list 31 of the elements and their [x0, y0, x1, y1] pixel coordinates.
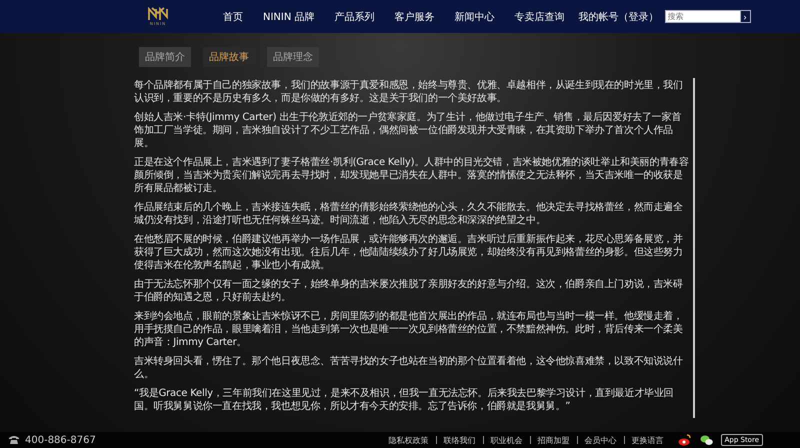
- phone-icon: [8, 435, 20, 445]
- nav-link[interactable]: 产品系列: [334, 10, 375, 24]
- footer-link[interactable]: 招商加盟: [538, 434, 570, 446]
- footer-link[interactable]: 联络我们: [444, 434, 476, 446]
- story-paragraph: 在他愁眉不展的时候，伯爵建议他再举办一场作品展，或许能够再次的邂逅。吉米听过后重新振作起来，花尽心思筹备展览，并获得了巨大成功，然而这次她没有出现。往后几年，他陆陆续续办了好几场展览，却始终没有再见到格蕾丝的身影。但这些努力使得吉米在伦敦声名鹊起，事业也小有成就。: [134, 233, 684, 272]
- tab[interactable]: 品牌理念: [267, 47, 319, 67]
- story-paragraph: 创始人吉米·卡特(Jimmy Carter) 出生于伦敦近郊的一户贫寒家庭。为了生计，他做过电子生产、销售，最后因爱好去了一家首饰加工厂当学徒。期间，吉米独自设计了不少工艺作品，偶然间被一位伯爵发现并大受青睐，在其资助下举办了首次个人作品展。: [134, 111, 682, 150]
- nav-link[interactable]: 首页: [223, 10, 243, 24]
- account-link[interactable]: 我的帐号（登录）: [578, 10, 659, 24]
- tab[interactable]: 品牌简介: [139, 47, 191, 67]
- logo-icon: [147, 7, 169, 21]
- phone-number: 400-886-8767: [25, 434, 96, 446]
- chat-bubbles-icon[interactable]: [700, 434, 713, 446]
- story-paragraph: 吉米转身回头看，愣住了。那个他日夜思念、苦苦寻找的女子也站在当初的那个位置看着他，这令他惊喜难禁，以致不知说说什么。: [134, 355, 684, 381]
- scrollbar[interactable]: [693, 78, 695, 418]
- story-paragraph: 来到约会地点，眼前的景象让吉米惊讶不已，房间里陈列的都是他首次展出的作品，就连布局也与当时一模一样。他缓慢走着，用手抚摸自己的作品，眼里噙着泪，当他走到第一次也是唯一一次见到格蕾丝的位置，不禁黯然神伤。此时，背后传来一个柔美的声音：Jimmy Carter。: [134, 310, 684, 349]
- nav-link[interactable]: 专卖店查询: [514, 10, 565, 24]
- story-paragraph: “我是Grace Kelly，三年前我们在这里见过，是来不及相识，但我一直无法忘怀。后来我去巴黎学习设计，直到最近才毕业回国。听我舅舅说你一直在找我，我也想见你，所以才有今天的安排。忘了告诉你，伯爵就是我舅舅。”: [134, 387, 674, 413]
- nav-link[interactable]: 客户服务: [394, 10, 435, 24]
- story-paragraph: 作品展结束后的几个晚上，吉米接连失眠，格蕾丝的倩影始终萦绕他的心头，久久不能散去。他决定去寻找格蕾丝，然而走遍全城仍没有找到，沿途打听也无任何蛛丝马迹。时间流逝，他陷入无尽的思念和深深的绝望之中。: [134, 201, 684, 227]
- footer-link[interactable]: 隐私权政策: [388, 434, 429, 446]
- nav-link[interactable]: 新闻中心: [454, 10, 495, 24]
- story-paragraph: 正是在这个作品展上，吉米遇到了妻子格蕾丝·凯利(Grace Kelly)。人群中的目光交错，吉米被她优雅的谈吐举止和美丽的青春容颜所倾倒，当吉米为贵宾们解说完再去寻找时，却发现她早已消失在人群中。落寞的情愫使之无法释怀，当天吉米唯一的收获是所有展品都被订走。: [134, 156, 690, 195]
- search-field[interactable]: 搜索 ›: [664, 10, 751, 23]
- footer-link[interactable]: 会员中心: [584, 434, 617, 446]
- nav-link[interactable]: NININ 品牌: [263, 10, 315, 24]
- footer-link[interactable]: 更换语言: [632, 434, 664, 446]
- story-paragraph: 由于无法忘怀那个仅有一面之缘的女子，始终单身的吉米屡次推脱了亲朋好友的好意与介绍。这次，伯爵亲自上门劝说，吉米碍于伯爵的知遇之恩，只好前去赴约。: [134, 278, 684, 304]
- footer-link[interactable]: 职业机会: [490, 434, 523, 446]
- eye-icon[interactable]: [678, 434, 691, 446]
- story-paragraph: 每个品牌都有属于自己的独家故事，我们的故事源于真爱和感恩，始终与尊贵、优雅、卓越相伴，从诞生到现在的时光里，我们认识到，重要的不是历史有多久，而是你做的有多好。这是关于我们的一个美好故事。: [134, 79, 684, 105]
